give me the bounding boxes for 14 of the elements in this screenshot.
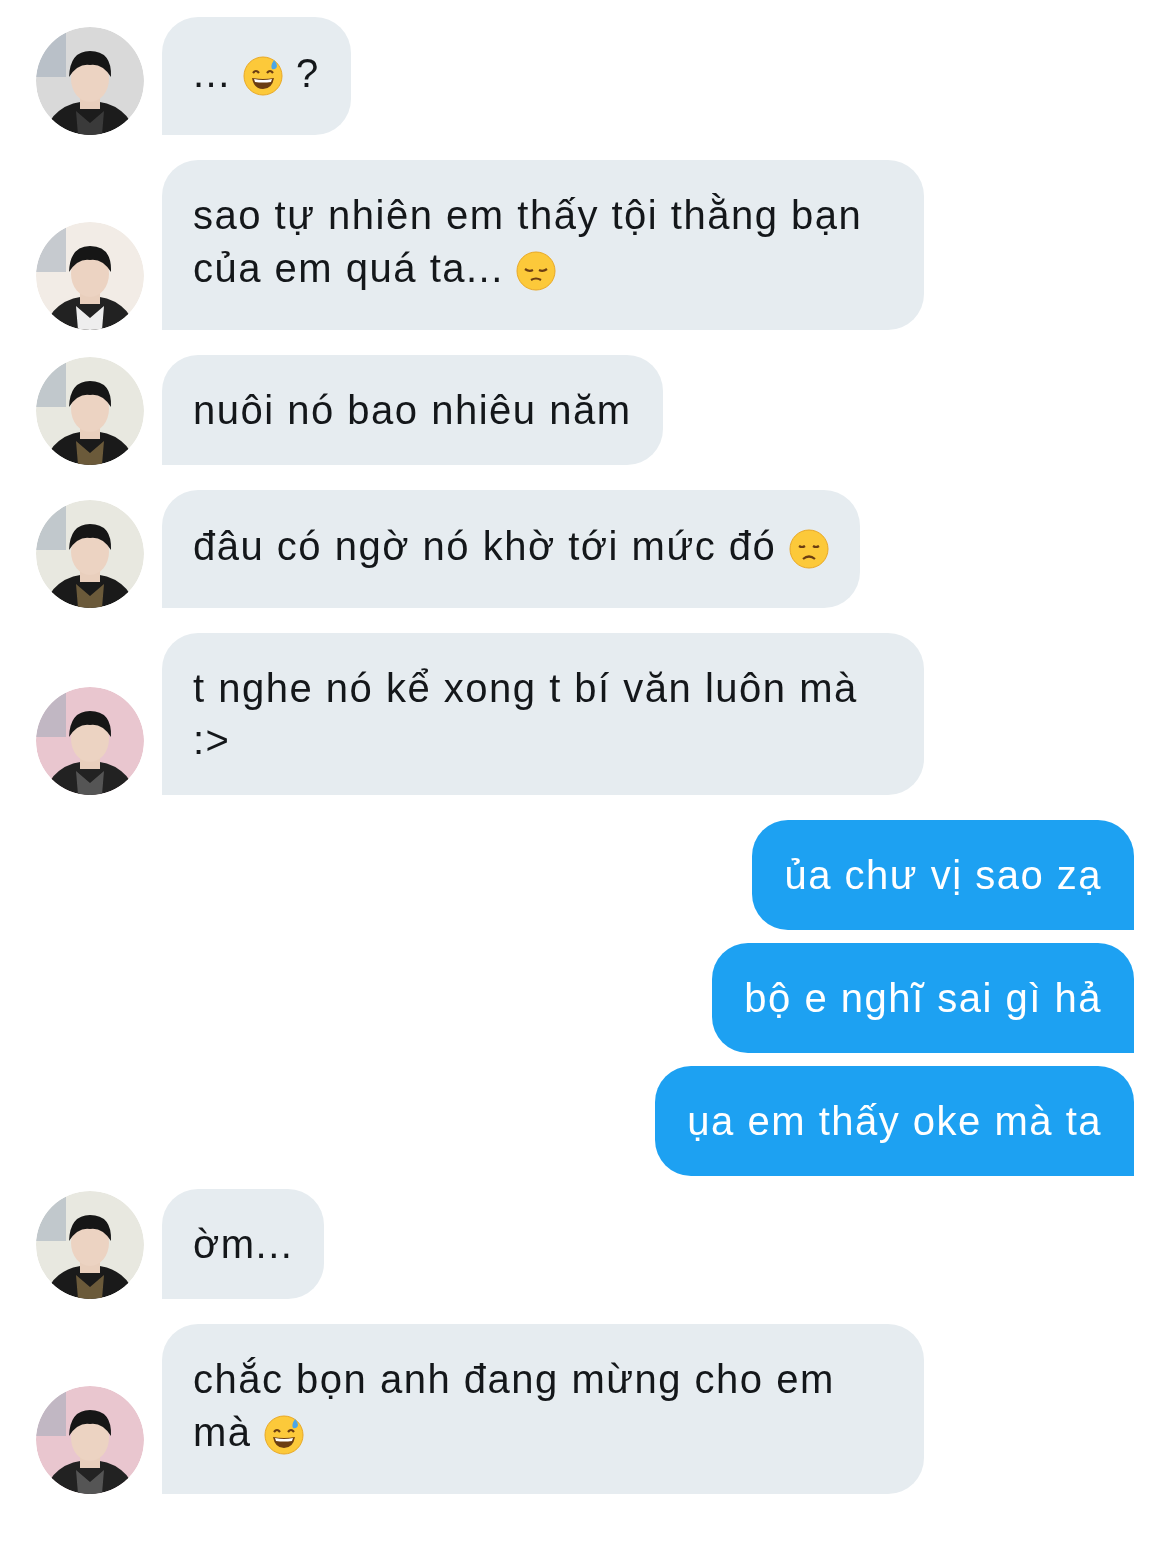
received-message: đâu có ngờ nó khờ tới mức đó bbox=[162, 490, 860, 608]
sent-message: bộ e nghĩ sai gì hả bbox=[712, 943, 1134, 1053]
received-message: sao tự nhiên em thấy tội thằng bạn của em quá ta... bbox=[162, 160, 924, 330]
sad-face-icon bbox=[788, 529, 829, 569]
received-message: nuôi nó bao nhiêu năm bbox=[162, 355, 663, 465]
sent-message: ụa em thấy oke mà ta bbox=[655, 1066, 1134, 1176]
smiling-face-with-sweat-icon bbox=[243, 56, 284, 96]
received-message: ờm... bbox=[162, 1189, 325, 1299]
received-message: t nghe nó kể xong t bí văn luôn mà :> bbox=[162, 633, 924, 795]
received-message: chắc bọn anh đang mừng cho em mà bbox=[162, 1324, 924, 1494]
received-message: ... ? bbox=[162, 17, 351, 135]
pensive-face-icon bbox=[516, 251, 557, 291]
sent-message: ủa chư vị sao zạ bbox=[752, 820, 1134, 930]
smiling-face-with-sweat-icon bbox=[264, 1415, 305, 1455]
